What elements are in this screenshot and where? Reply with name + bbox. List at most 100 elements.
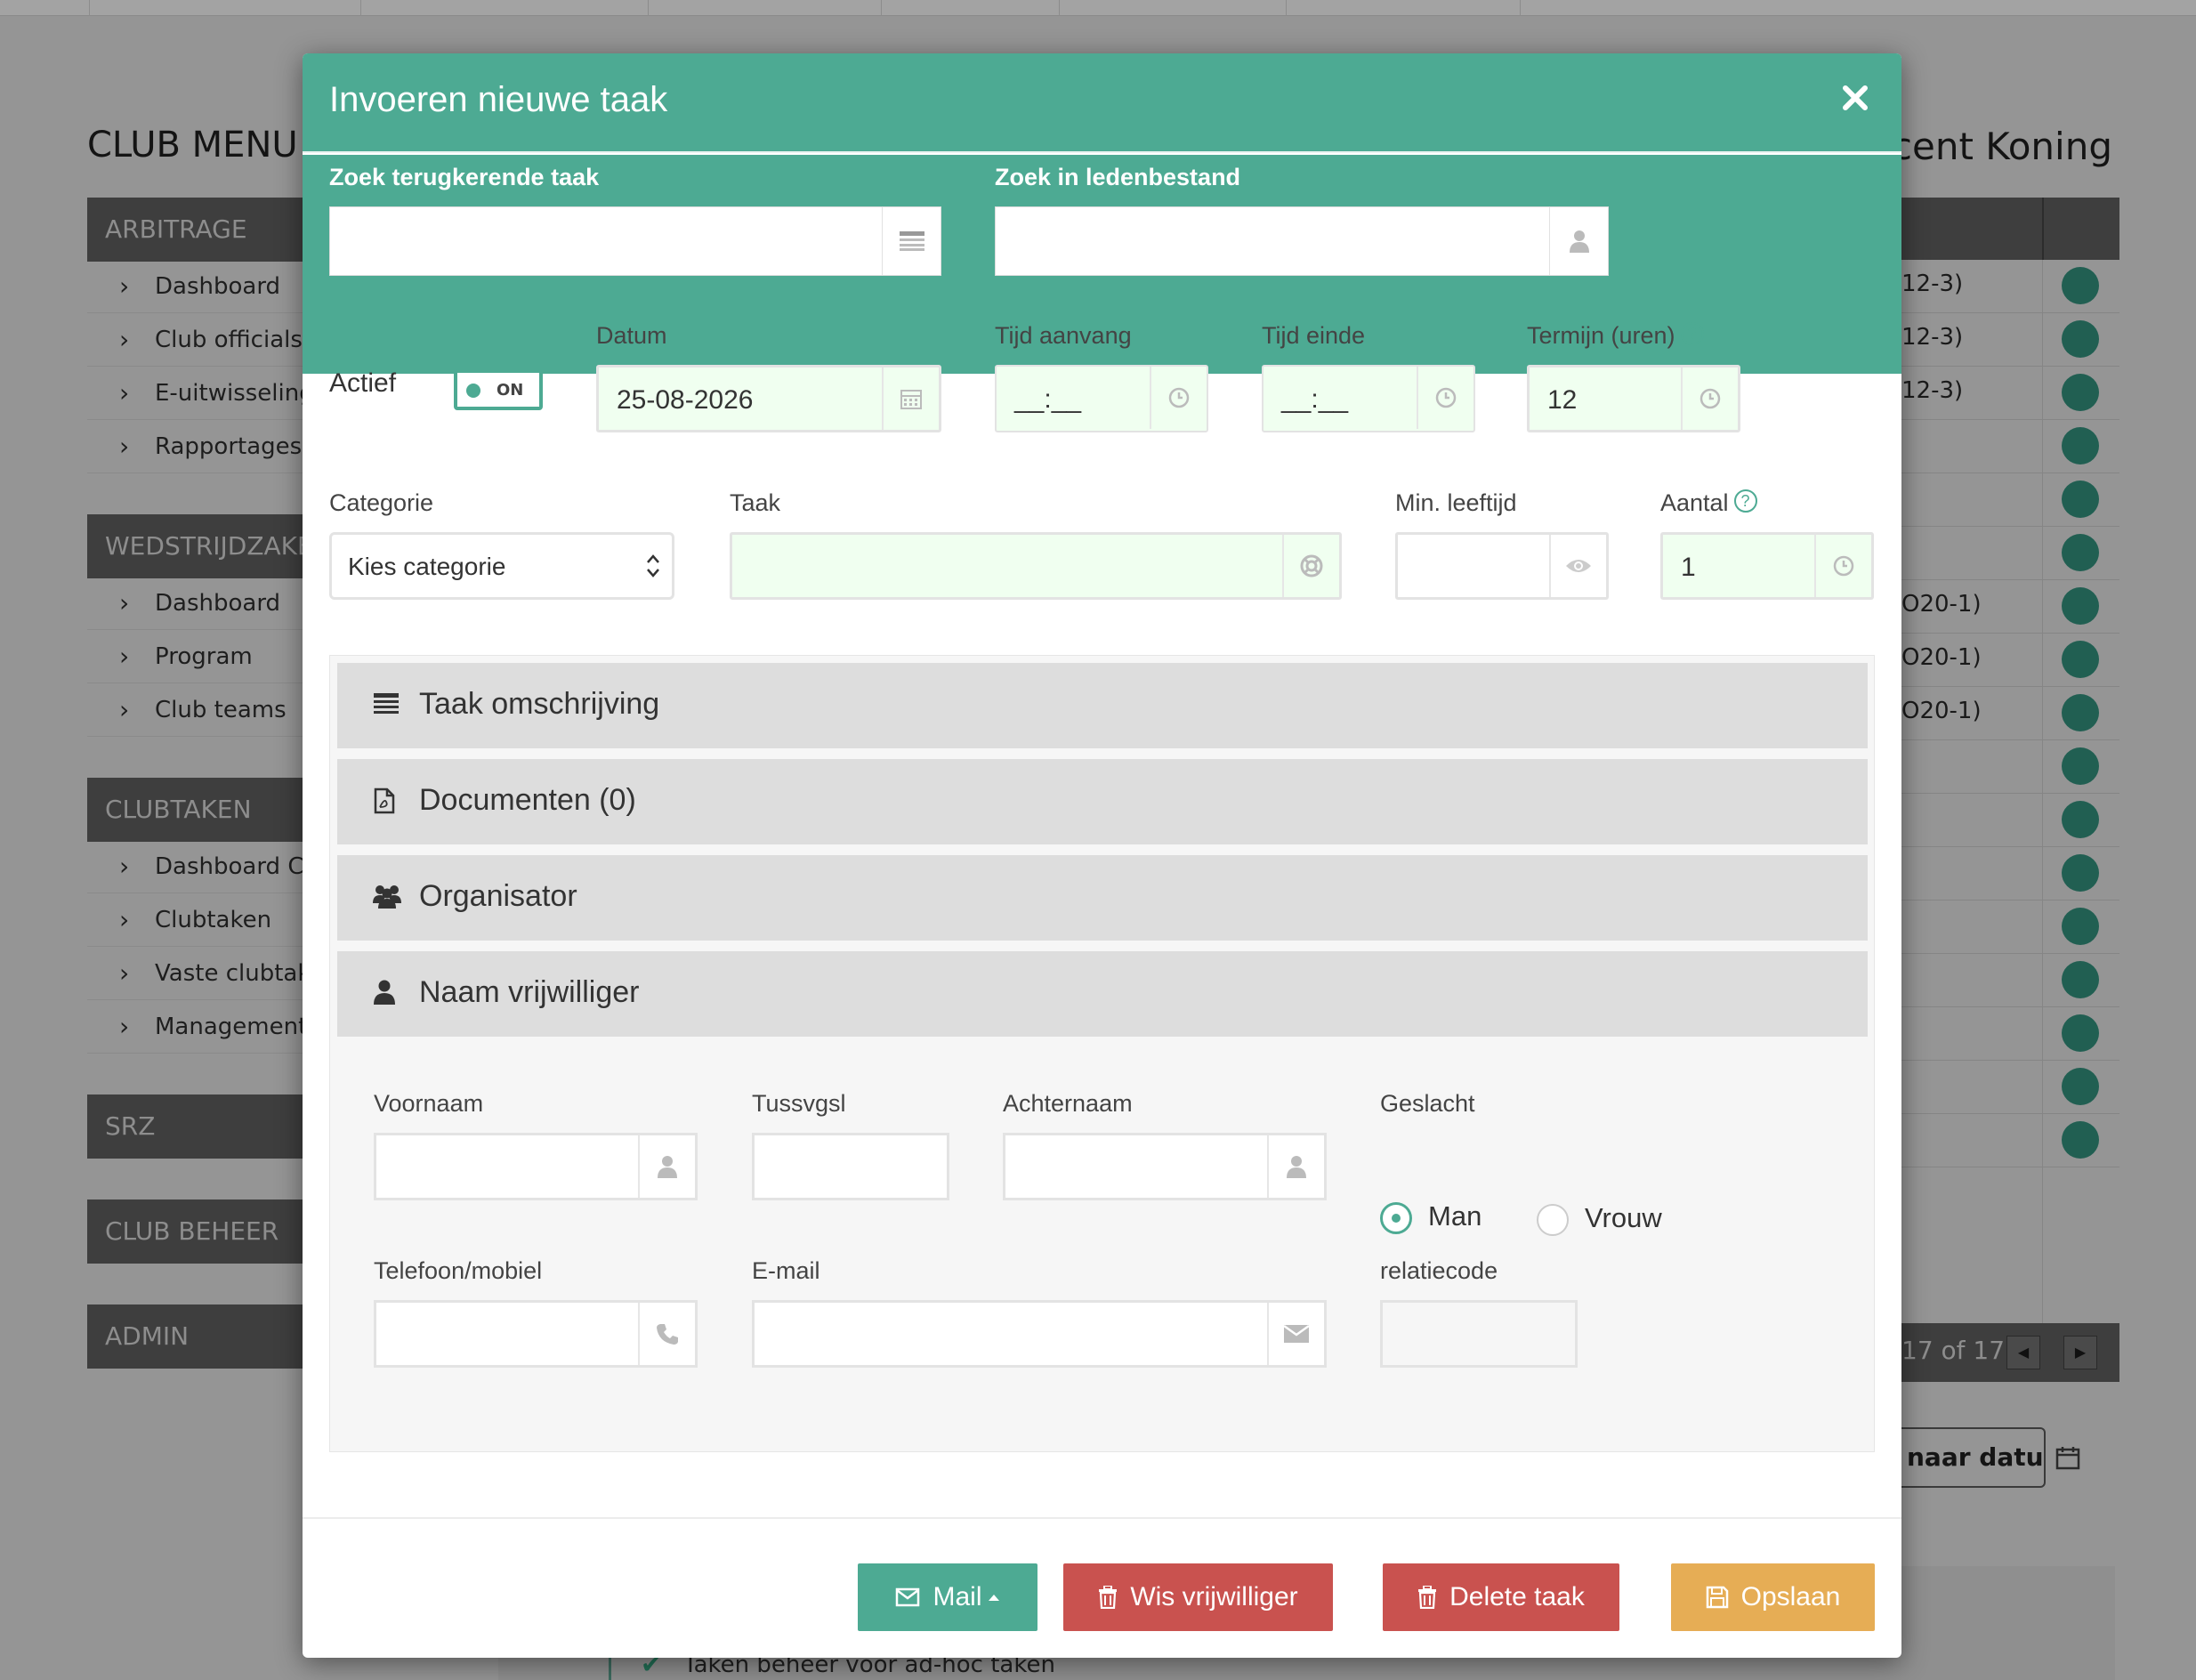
- table-cell: 12-3): [1901, 271, 1964, 297]
- edit-icon[interactable]: [2062, 374, 2099, 411]
- edit-icon[interactable]: [2062, 427, 2099, 464]
- edit-icon[interactable]: [2062, 961, 2099, 998]
- accordion-label: Taak omschrijving: [419, 687, 660, 721]
- pager-next-button[interactable]: ▶: [2063, 1336, 2097, 1369]
- menu-header-arbitrage[interactable]: ARBITRAGE: [87, 198, 319, 262]
- relatiecode-input[interactable]: [1380, 1300, 1578, 1368]
- menu-header-club-beheer[interactable]: CLUB BEHEER: [87, 1199, 319, 1264]
- termijn-label: Termijn (uren)?: [1527, 322, 1704, 350]
- menu-item-club-officials[interactable]: › Club officials: [87, 313, 319, 367]
- edit-icon[interactable]: [2062, 908, 2099, 945]
- table-cell: O20-1): [1901, 591, 1982, 618]
- table-row: [1901, 740, 2119, 794]
- accordion-taak-omschrijving[interactable]: Taak omschrijving: [337, 663, 1868, 748]
- telefoon-input[interactable]: [374, 1300, 698, 1368]
- edit-icon[interactable]: [2062, 587, 2099, 625]
- categorie-value: Kies categorie: [348, 553, 506, 580]
- termijn-input[interactable]: 12: [1527, 365, 1740, 432]
- table-row: [1901, 473, 2119, 527]
- edit-icon[interactable]: [2062, 267, 2099, 304]
- actief-toggle[interactable]: ON: [454, 369, 543, 410]
- mail-button[interactable]: Mail: [858, 1563, 1037, 1631]
- table-row: 12-3): [1901, 260, 2119, 313]
- edit-icon[interactable]: [2062, 1121, 2099, 1159]
- tussvgsl-input[interactable]: [752, 1133, 949, 1200]
- search-task-input[interactable]: [329, 206, 941, 276]
- menu-item-rapportages[interactable]: › Rapportages: [87, 420, 319, 473]
- gender-man-label[interactable]: Man: [1428, 1200, 1481, 1232]
- edit-icon[interactable]: [2062, 747, 2099, 785]
- accordion-naam-vrijwilliger[interactable]: Naam vrijwilliger: [337, 951, 1868, 1037]
- menu-item-dashboard[interactable]: › Dashboard: [87, 577, 319, 630]
- achternaam-input[interactable]: [1003, 1133, 1327, 1200]
- menu-item-e-uitwisseling[interactable]: › E-uitwisseling: [87, 367, 319, 420]
- tijd-einde-input[interactable]: __:__: [1262, 365, 1475, 432]
- datum-input[interactable]: 25-08-2026: [596, 365, 941, 432]
- edit-icon[interactable]: [2062, 534, 2099, 571]
- tijd-aanvang-input[interactable]: __:__: [995, 365, 1208, 432]
- menu-item-clubtaken[interactable]: › Clubtaken: [87, 893, 319, 947]
- menu-header-admin[interactable]: ADMIN: [87, 1304, 319, 1369]
- menu-item-label: Club officials: [155, 327, 303, 353]
- accordion-documenten[interactable]: Documenten (0): [337, 759, 1868, 844]
- menu-item-management[interactable]: › Management: [87, 1000, 319, 1054]
- tijd-einde-value: __:__: [1281, 384, 1349, 414]
- calendar-icon[interactable]: [2055, 1445, 2080, 1470]
- menu-item-program[interactable]: › Program: [87, 630, 319, 683]
- close-icon[interactable]: [1841, 84, 1869, 112]
- achternaam-label: Achternaam: [1003, 1090, 1133, 1117]
- min-leeftijd-label: Min. leeftijd: [1395, 489, 1517, 516]
- edit-icon[interactable]: [2062, 320, 2099, 358]
- menu-item-dashboard-clubtaken[interactable]: › Dashboard Clubtaken: [87, 840, 319, 893]
- table-cell: 12-3): [1901, 324, 1964, 351]
- edit-icon[interactable]: [2062, 641, 2099, 678]
- email-input[interactable]: [752, 1300, 1327, 1368]
- help-icon[interactable]: ?: [1733, 489, 1757, 513]
- table-row: O20-1): [1901, 580, 2119, 634]
- edit-icon[interactable]: [2062, 694, 2099, 731]
- edit-icon[interactable]: [2062, 854, 2099, 892]
- edit-icon[interactable]: [2062, 1014, 2099, 1052]
- menu-header-clubtaken[interactable]: CLUBTAKEN: [87, 778, 319, 842]
- datum-label: Datum: [596, 322, 667, 349]
- aantal-value: 1: [1681, 553, 1696, 582]
- accordion-organisator[interactable]: Organisator: [337, 855, 1868, 941]
- save-button[interactable]: Opslaan: [1671, 1563, 1875, 1631]
- categorie-select[interactable]: Kies categorie: [329, 532, 674, 600]
- menu-item-vaste-clubtaken[interactable]: › Vaste clubtaken: [87, 947, 319, 1000]
- wis-vrijwilliger-button[interactable]: Wis vrijwilliger: [1063, 1563, 1333, 1631]
- pager-prev-button[interactable]: ◀: [2006, 1336, 2040, 1369]
- menu-item-dashboard[interactable]: › Dashboard: [87, 260, 319, 313]
- tijd-aanvang-value: __:__: [1014, 384, 1082, 414]
- menu-header-wedstrijdzaken[interactable]: WEDSTRIJDZAKEN: [87, 514, 319, 578]
- menu-item-label: Vaste clubtaken: [155, 960, 319, 987]
- delete-taak-button[interactable]: Delete taak: [1383, 1563, 1619, 1631]
- help-icon[interactable]: ?: [1680, 322, 1704, 345]
- search-member-input[interactable]: [995, 206, 1609, 276]
- new-task-modal: Invoeren nieuwe taak Zoek terugkerende t…: [303, 53, 1901, 1658]
- voornaam-input[interactable]: [374, 1133, 698, 1200]
- user-icon: [373, 980, 396, 1005]
- aantal-input[interactable]: 1: [1660, 532, 1874, 600]
- taak-input[interactable]: [730, 532, 1342, 600]
- chevron-right-icon: ›: [119, 588, 130, 618]
- calendar-icon[interactable]: [882, 368, 939, 430]
- edit-icon[interactable]: [2062, 481, 2099, 518]
- chevron-right-icon: ›: [119, 852, 130, 881]
- goto-date-button[interactable]: naar datum: [1901, 1427, 2046, 1488]
- gender-man-radio[interactable]: [1380, 1202, 1412, 1234]
- menu-header-srz[interactable]: SRZ: [87, 1094, 319, 1159]
- toggle-text: ON: [497, 381, 524, 400]
- edit-icon[interactable]: [2062, 801, 2099, 838]
- gender-vrouw-label[interactable]: Vrouw: [1585, 1202, 1662, 1234]
- wis-button-label: Wis vrijwilliger: [1130, 1582, 1298, 1611]
- menu-item-label: Clubtaken: [155, 907, 272, 933]
- edit-icon[interactable]: [2062, 1068, 2099, 1105]
- list-icon: [882, 207, 941, 275]
- chevron-right-icon: ›: [119, 905, 130, 934]
- gender-vrouw-radio[interactable]: [1537, 1204, 1569, 1236]
- min-leeftijd-input[interactable]: [1395, 532, 1609, 600]
- menu-item-club-teams[interactable]: › Club teams: [87, 683, 319, 737]
- table-row: O20-1): [1901, 687, 2119, 740]
- table-row: 12-3): [1901, 367, 2119, 420]
